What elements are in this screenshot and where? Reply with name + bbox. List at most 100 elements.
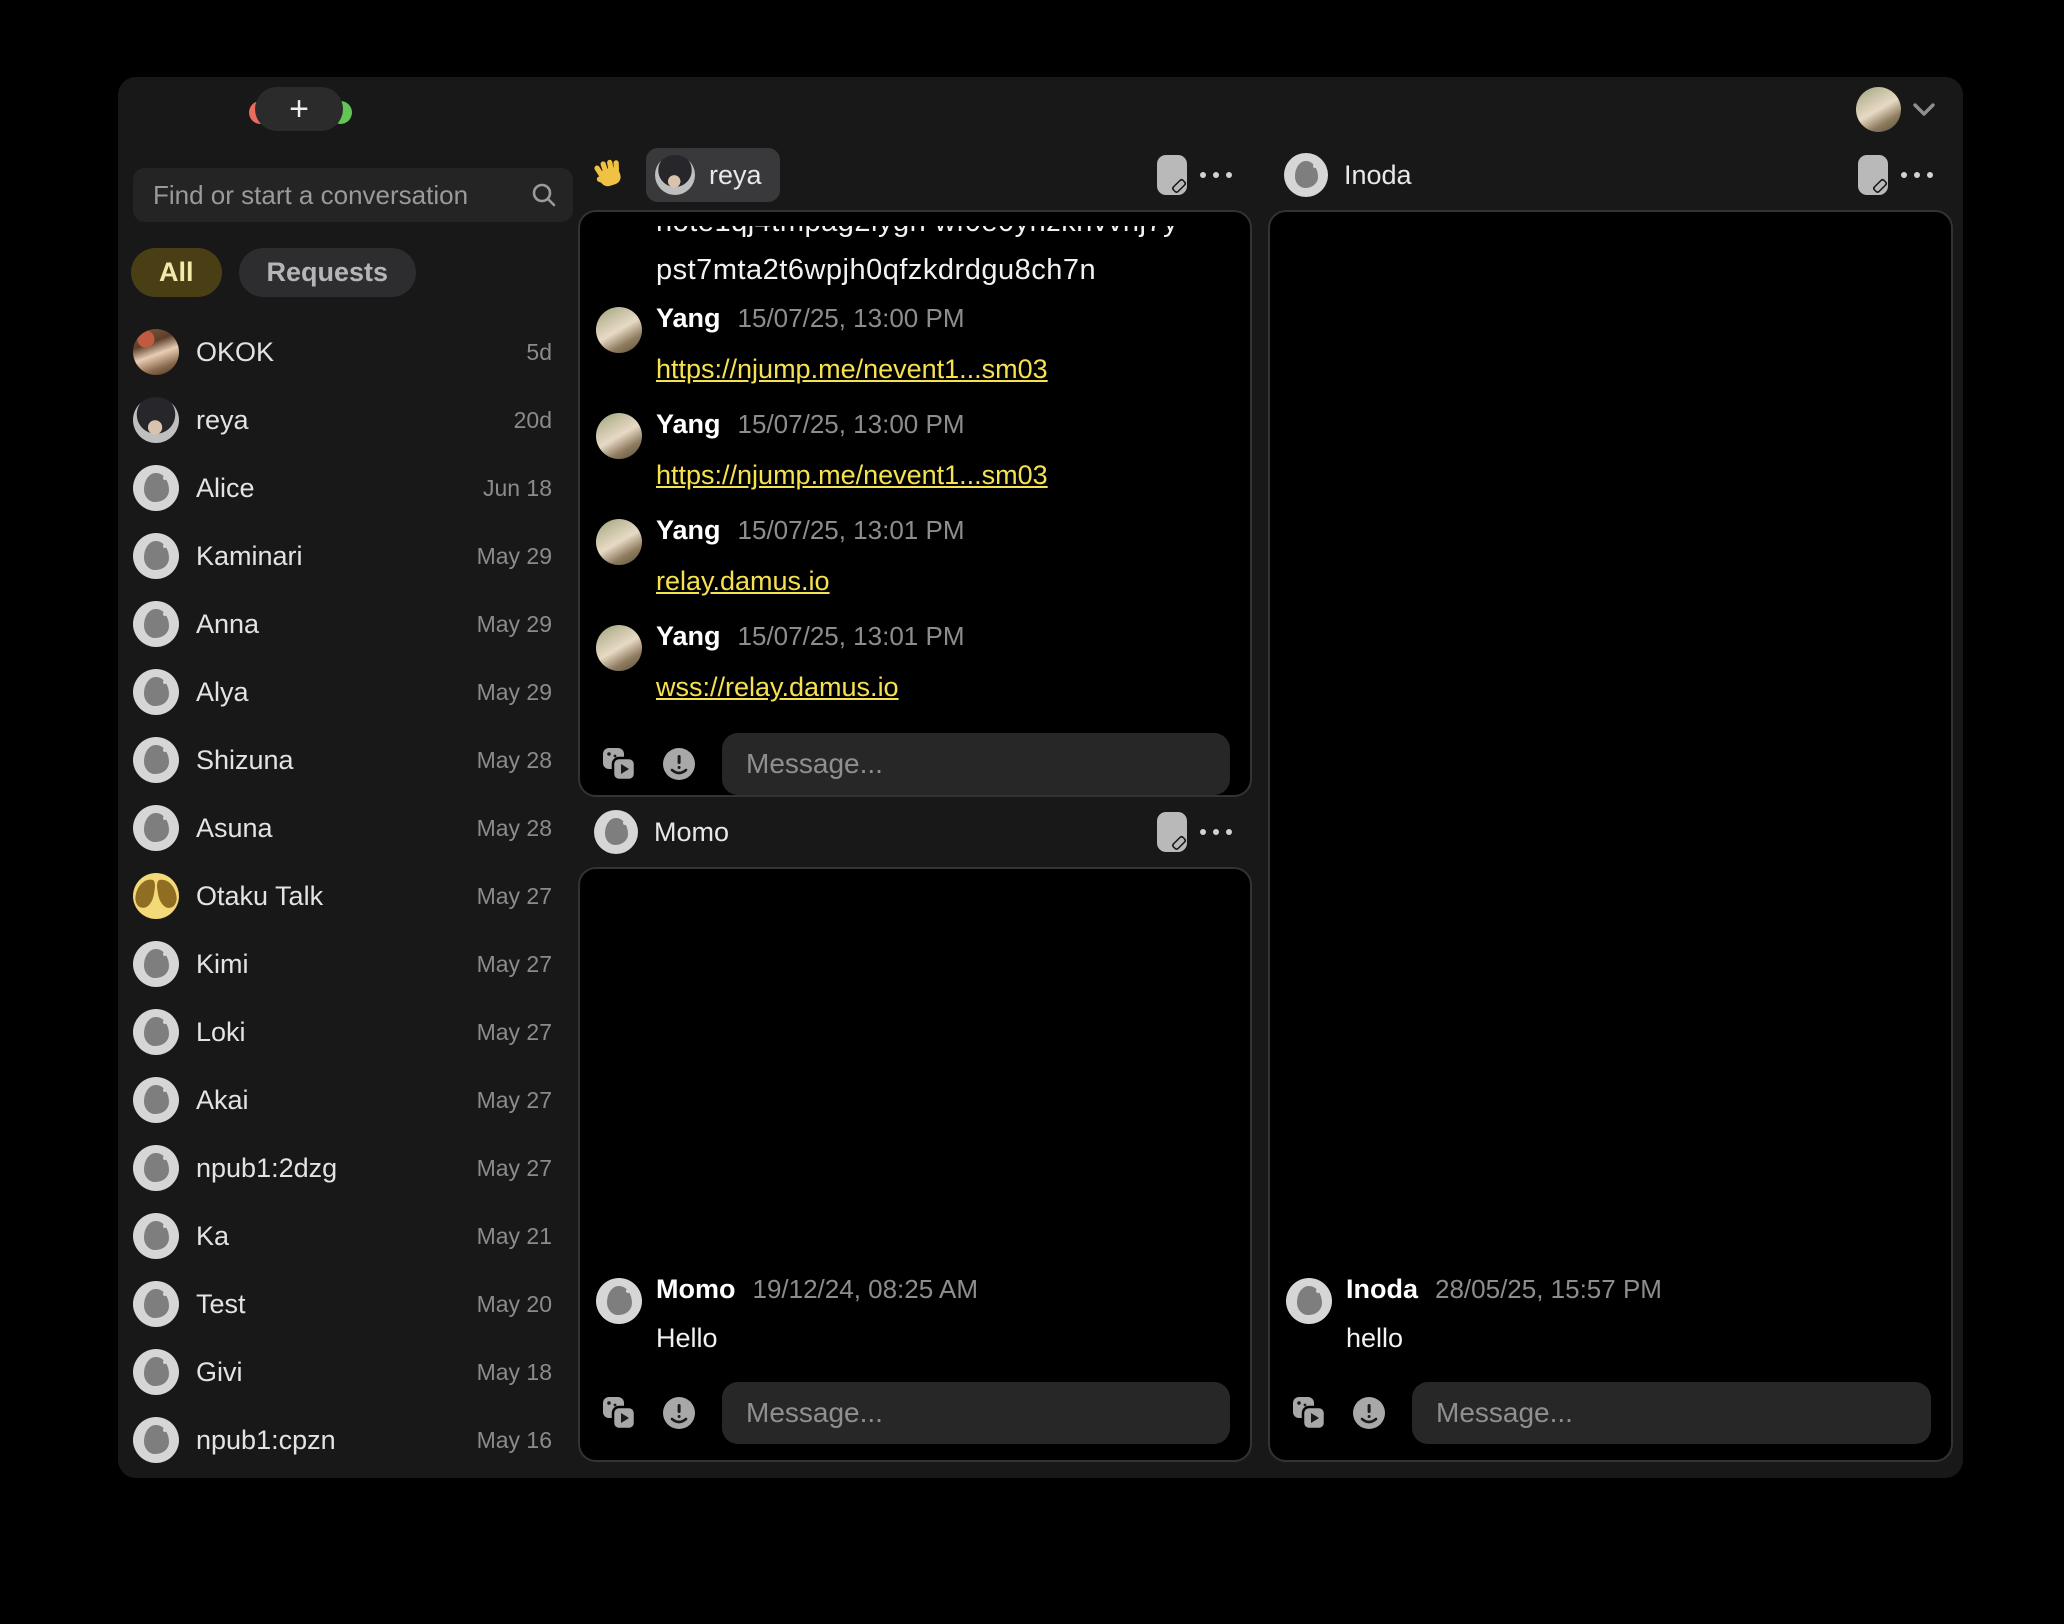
inoda-message-card: Inoda28/05/25, 15:57 PM hello xyxy=(1268,210,1953,1462)
message-timestamp: 15/07/25, 13:01 PM xyxy=(738,515,965,546)
message-author: Yang xyxy=(656,621,721,652)
smiley-icon xyxy=(1352,1396,1386,1430)
yang-avatar[interactable] xyxy=(596,413,642,459)
emoji-picker-button[interactable] xyxy=(662,747,696,781)
gif-picker-button[interactable] xyxy=(602,747,636,781)
scrollback-clipped-line: note1qj4tmpag2lygh wf0e0yhzkhvvhj7y xyxy=(656,226,1232,248)
app-window: + All Requests OKOK5dreya20dAliceJun 18K… xyxy=(118,77,1963,1478)
conversation-date: 20d xyxy=(514,407,552,434)
inoda-avatar[interactable] xyxy=(1284,153,1328,197)
message-link[interactable]: relay.damus.io xyxy=(656,566,830,596)
conversation-date: Jun 18 xyxy=(483,475,552,502)
plus-icon: + xyxy=(289,90,309,129)
conversation-row[interactable]: KaminariMay 29 xyxy=(118,522,576,590)
conversation-name: OKOK xyxy=(196,337,526,368)
conversation-row[interactable]: AliceJun 18 xyxy=(118,454,576,522)
conversation-avatar xyxy=(133,465,179,511)
message-text: hello xyxy=(1346,1314,1662,1362)
conversation-row[interactable]: ShizunaMay 28 xyxy=(118,726,576,794)
message-timestamp: 15/07/25, 13:00 PM xyxy=(738,409,965,440)
gif-picker-button[interactable] xyxy=(602,1396,636,1430)
reya-title: reya xyxy=(709,160,762,191)
conversation-row[interactable]: KimiMay 27 xyxy=(118,930,576,998)
search-box xyxy=(133,168,573,222)
filter-requests-button[interactable]: Requests xyxy=(239,248,417,297)
conversation-date: May 16 xyxy=(477,1427,552,1454)
conversation-row[interactable]: KaMay 21 xyxy=(118,1202,576,1270)
conversation-date: May 27 xyxy=(477,951,552,978)
reya-panel-header: reya xyxy=(578,140,1252,210)
message-timestamp: 28/05/25, 15:57 PM xyxy=(1435,1274,1662,1305)
conversation-name: Asuna xyxy=(196,813,477,844)
inoda-more-options-button[interactable] xyxy=(1895,153,1939,197)
momo-panel-header: Momo xyxy=(578,797,1252,867)
ellipsis-icon xyxy=(1200,829,1232,835)
ellipsis-icon xyxy=(1200,172,1232,178)
momo-avatar[interactable] xyxy=(596,1278,642,1324)
account-menu[interactable] xyxy=(1856,87,1935,132)
momo-compose-note-button[interactable] xyxy=(1150,810,1194,854)
conversation-avatar xyxy=(133,601,179,647)
conversation-date: May 28 xyxy=(477,747,552,774)
message-link[interactable]: https://njump.me/nevent1...sm03 xyxy=(656,460,1048,490)
momo-avatar[interactable] xyxy=(594,810,638,854)
emoji-picker-button[interactable] xyxy=(662,1396,696,1430)
conversation-name: Otaku Talk xyxy=(196,881,477,912)
emoji-picker-button[interactable] xyxy=(1352,1396,1386,1430)
conversation-row[interactable]: LokiMay 27 xyxy=(118,998,576,1066)
conversation-name: Alya xyxy=(196,677,477,708)
inoda-message-input[interactable] xyxy=(1412,1382,1931,1444)
yang-avatar[interactable] xyxy=(596,625,642,671)
conversation-row[interactable]: reya20d xyxy=(118,386,576,454)
momo-more-options-button[interactable] xyxy=(1194,810,1238,854)
message-link[interactable]: wss://relay.damus.io xyxy=(656,672,899,702)
conversation-avatar xyxy=(133,1349,179,1395)
reya-avatar xyxy=(655,155,695,195)
conversation-row[interactable] xyxy=(118,1474,576,1478)
titlebar: + xyxy=(118,77,1963,140)
conversation-row[interactable]: AlyaMay 29 xyxy=(118,658,576,726)
smiley-icon xyxy=(662,747,696,781)
reya-message-input[interactable] xyxy=(722,733,1230,795)
momo-message-input[interactable] xyxy=(722,1382,1230,1444)
conversation-name: Ka xyxy=(196,1221,477,1252)
message-text: Hello xyxy=(656,1314,978,1362)
inoda-avatar[interactable] xyxy=(1286,1278,1332,1324)
reya-compose-note-button[interactable] xyxy=(1150,153,1194,197)
reya-more-options-button[interactable] xyxy=(1194,153,1238,197)
conversation-name: Test xyxy=(196,1289,477,1320)
yang-avatar[interactable] xyxy=(596,519,642,565)
momo-input-row xyxy=(596,1376,1232,1446)
conversation-date: May 20 xyxy=(477,1291,552,1318)
note-pencil-icon xyxy=(1156,154,1188,196)
search-input[interactable] xyxy=(133,180,531,211)
yang-avatar[interactable] xyxy=(596,307,642,353)
conversation-avatar xyxy=(133,1213,179,1259)
inoda-compose-note-button[interactable] xyxy=(1851,153,1895,197)
conversation-row[interactable]: AnnaMay 29 xyxy=(118,590,576,658)
reya-tab[interactable]: reya xyxy=(646,148,780,202)
conversation-row[interactable]: TestMay 20 xyxy=(118,1270,576,1338)
conversation-avatar xyxy=(133,1077,179,1123)
conversation-row[interactable]: GiviMay 18 xyxy=(118,1338,576,1406)
gif-picker-button[interactable] xyxy=(1292,1396,1326,1430)
conversation-avatar xyxy=(133,941,179,987)
conversation-row[interactable]: AkaiMay 27 xyxy=(118,1066,576,1134)
message-link[interactable]: https://njump.me/nevent1...sm03 xyxy=(656,354,1048,384)
conversation-avatar xyxy=(133,737,179,783)
conversation-row[interactable]: AsunaMay 28 xyxy=(118,794,576,862)
gif-media-icon xyxy=(602,747,636,781)
conversation-row[interactable]: OKOK5d xyxy=(118,318,576,386)
search-icon xyxy=(531,182,557,208)
message-group: Momo19/12/24, 08:25 AM Hello xyxy=(596,1274,1232,1362)
filter-all-button[interactable]: All xyxy=(131,248,222,297)
message-group: Inoda28/05/25, 15:57 PM hello xyxy=(1286,1274,1933,1362)
conversation-row[interactable]: Otaku TalkMay 27 xyxy=(118,862,576,930)
conversation-row[interactable]: npub1:2dzgMay 27 xyxy=(118,1134,576,1202)
inoda-panel-header: Inoda xyxy=(1268,140,1953,210)
new-chat-button[interactable]: + xyxy=(255,87,343,131)
conversation-row[interactable]: npub1:cpznMay 16 xyxy=(118,1406,576,1474)
account-avatar[interactable] xyxy=(1856,87,1901,132)
reya-input-row xyxy=(596,727,1232,797)
conversation-avatar xyxy=(133,873,179,919)
